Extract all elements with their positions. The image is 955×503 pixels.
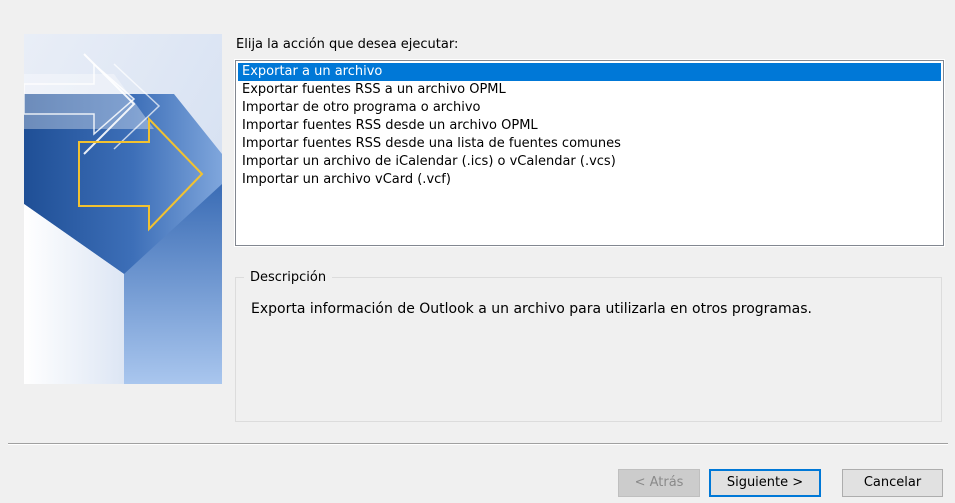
action-listbox[interactable]: Exportar a un archivo Exportar fuentes RS…	[234, 59, 945, 247]
action-list-item[interactable]: Exportar fuentes RSS a un archivo OPML	[238, 81, 941, 99]
action-prompt-label: Elija la acción que desea ejecutar:	[236, 37, 459, 52]
action-list-item[interactable]: Importar un archivo vCard (.vcf)	[238, 171, 941, 189]
action-list-item[interactable]: Importar fuentes RSS desde una lista de …	[238, 135, 941, 153]
back-button[interactable]: < Atrás	[618, 469, 700, 497]
description-groupbox	[235, 277, 942, 422]
action-list-item[interactable]: Importar un archivo de iCalendar (.ics) …	[238, 153, 941, 171]
description-text: Exporta información de Outlook a un arch…	[251, 301, 812, 317]
action-list-item[interactable]: Exportar a un archivo	[238, 63, 941, 81]
cancel-button[interactable]: Cancelar	[842, 469, 943, 497]
action-list-item[interactable]: Importar de otro programa o archivo	[238, 99, 941, 117]
description-legend: Descripción	[244, 269, 333, 287]
next-button[interactable]: Siguiente >	[709, 469, 821, 497]
action-list: Exportar a un archivo Exportar fuentes RS…	[236, 61, 943, 189]
footer-separator	[8, 443, 948, 445]
wizard-arrows-icon	[24, 34, 222, 384]
action-list-item[interactable]: Importar fuentes RSS desde un archivo OP…	[238, 117, 941, 135]
wizard-side-illustration	[24, 34, 222, 384]
